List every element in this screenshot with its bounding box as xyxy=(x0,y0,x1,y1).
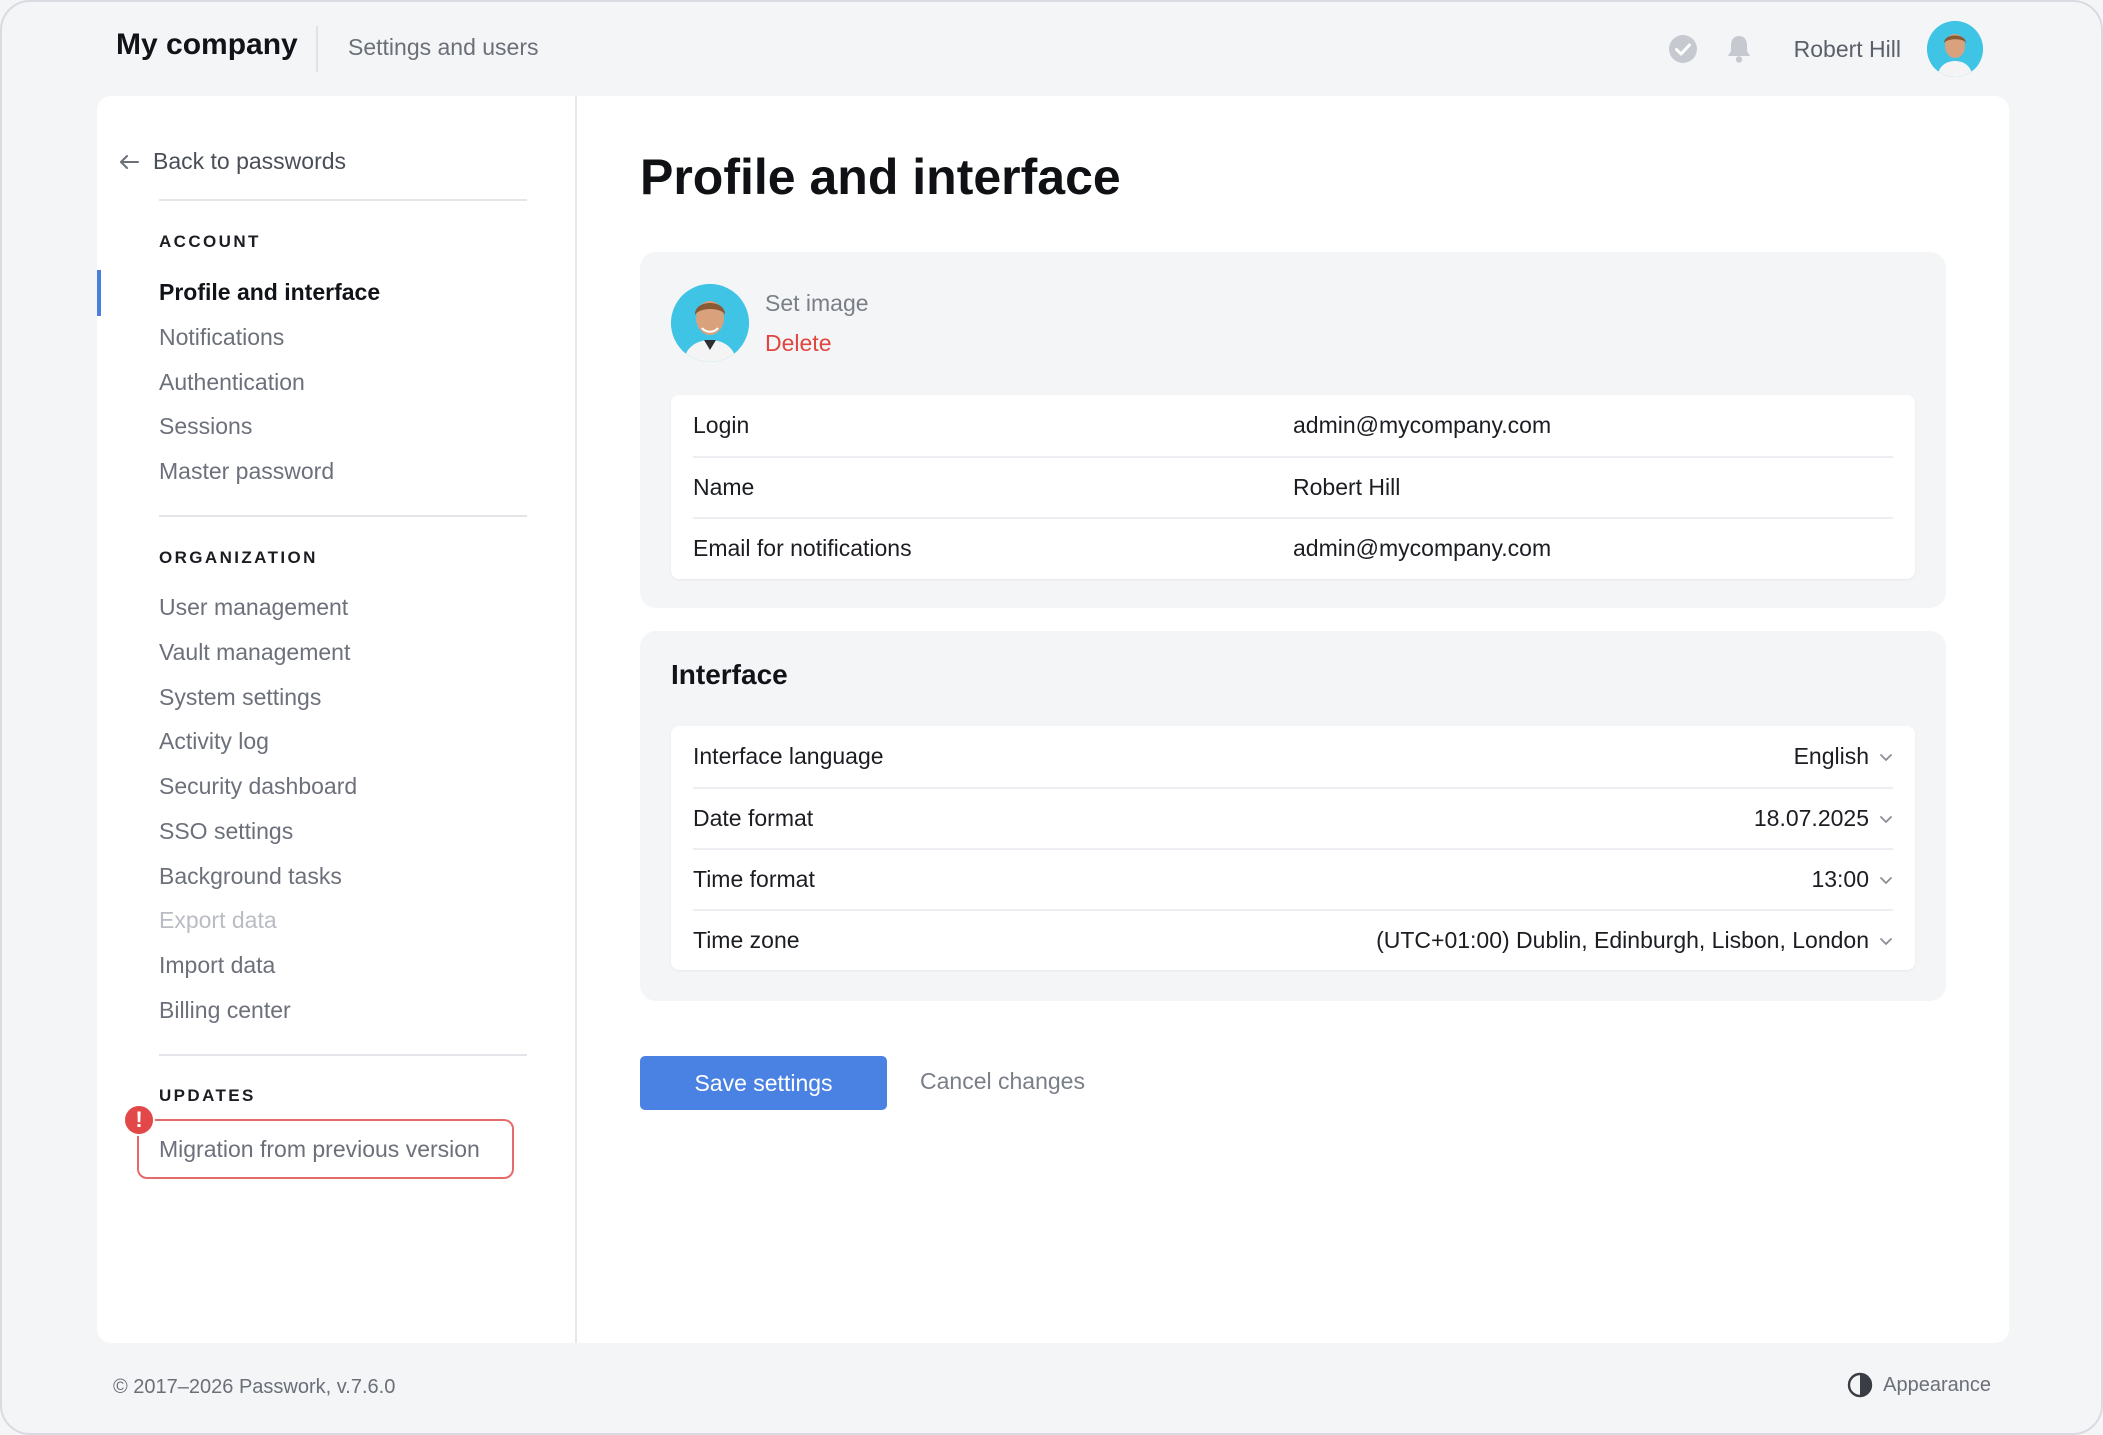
company-name[interactable]: My company xyxy=(116,28,298,62)
back-to-passwords-link[interactable]: Back to passwords xyxy=(119,148,346,175)
set-image-link[interactable]: Set image xyxy=(765,290,869,317)
select-value: (UTC+01:00) Dublin, Edinburgh, Lisbon, L… xyxy=(1376,927,1869,953)
field-label: Interface language xyxy=(693,743,884,769)
interface-settings-table: Interface language English Date format 1… xyxy=(671,726,1915,970)
user-name[interactable]: Robert Hill xyxy=(1794,36,1901,63)
notification-email-value[interactable]: admin@mycompany.com xyxy=(1293,535,1893,562)
app-window: My company Settings and users Robert Hil… xyxy=(0,0,2103,1435)
settings-sidebar: Back to passwords ACCOUNT Profile and in… xyxy=(97,96,577,1343)
sidebar-heading-organization: ORGANIZATION xyxy=(159,548,318,567)
time-zone-select[interactable]: (UTC+01:00) Dublin, Edinburgh, Lisbon, L… xyxy=(1376,927,1893,954)
sidebar-item-authentication[interactable]: Authentication xyxy=(159,369,305,396)
chevron-down-icon xyxy=(1879,752,1893,762)
table-row: Login admin@mycompany.com xyxy=(693,395,1893,456)
table-row: Date format 18.07.2025 xyxy=(693,787,1893,848)
table-row: Name Robert Hill xyxy=(693,456,1893,517)
profile-avatar[interactable] xyxy=(671,284,749,362)
avatar[interactable] xyxy=(1927,21,1983,77)
sidebar-item-activity-log[interactable]: Activity log xyxy=(159,728,269,755)
sidebar-item-security-dashboard[interactable]: Security dashboard xyxy=(159,773,357,800)
contrast-icon xyxy=(1847,1372,1873,1398)
name-value[interactable]: Robert Hill xyxy=(1293,474,1893,501)
date-format-select[interactable]: 18.07.2025 xyxy=(1754,805,1893,832)
sidebar-item-export-data: Export data xyxy=(159,907,277,933)
profile-panel: Set image Delete Login admin@mycompany.c… xyxy=(640,252,1946,608)
top-header: My company Settings and users Robert Hil… xyxy=(2,2,2101,96)
interface-panel: Interface Interface language English Dat… xyxy=(640,631,1946,1001)
sidebar-item-profile-and-interface[interactable]: Profile and interface xyxy=(159,279,380,306)
field-label: Date format xyxy=(693,805,814,831)
settings-card: Back to passwords ACCOUNT Profile and in… xyxy=(97,96,2009,1343)
table-row: Time zone (UTC+01:00) Dublin, Edinburgh,… xyxy=(693,909,1893,970)
sidebar-item-migration[interactable]: Migration from previous version xyxy=(137,1119,514,1179)
table-row: Interface language English xyxy=(693,726,1893,787)
header-section-title: Settings and users xyxy=(348,34,539,60)
chevron-down-icon xyxy=(1879,936,1893,946)
sidebar-heading-updates: UPDATES xyxy=(159,1086,256,1105)
select-value: 18.07.2025 xyxy=(1753,805,1869,831)
login-value: admin@mycompany.com xyxy=(1293,412,1552,438)
header-divider xyxy=(316,26,318,72)
sidebar-item-billing-center[interactable]: Billing center xyxy=(159,997,291,1024)
back-link-label: Back to passwords xyxy=(153,148,347,174)
sidebar-divider xyxy=(159,515,527,517)
profile-fields-table: Login admin@mycompany.com Name Robert Hi… xyxy=(671,395,1915,579)
footer-copyright: © 2017–2026 Passwork, v.7.6.0 xyxy=(113,1376,396,1398)
appearance-label: Appearance xyxy=(1883,1373,1991,1396)
language-select[interactable]: English xyxy=(1794,743,1893,770)
sidebar-item-notifications[interactable]: Notifications xyxy=(159,324,284,351)
field-label: Time format xyxy=(693,866,815,892)
cancel-changes-button[interactable]: Cancel changes xyxy=(920,1068,1085,1095)
warning-icon: ! xyxy=(123,1104,155,1136)
chevron-down-icon xyxy=(1879,875,1893,885)
sidebar-item-system-settings[interactable]: System settings xyxy=(159,684,321,711)
arrow-left-icon xyxy=(119,154,139,170)
delete-image-link[interactable]: Delete xyxy=(765,330,831,357)
sidebar-item-master-password[interactable]: Master password xyxy=(159,458,334,485)
migration-label: Migration from previous version xyxy=(159,1135,480,1162)
save-settings-button[interactable]: Save settings xyxy=(640,1056,887,1110)
select-value: 13:00 xyxy=(1811,866,1869,892)
active-item-indicator xyxy=(97,270,101,316)
sidebar-item-sso-settings[interactable]: SSO settings xyxy=(159,818,293,845)
sidebar-item-user-management[interactable]: User management xyxy=(159,594,348,621)
sidebar-divider xyxy=(159,1054,527,1056)
field-label: Login xyxy=(693,412,750,438)
page-title: Profile and interface xyxy=(640,149,1121,205)
field-label: Time zone xyxy=(693,927,800,953)
check-circle-icon[interactable] xyxy=(1668,34,1698,64)
sidebar-item-background-tasks[interactable]: Background tasks xyxy=(159,863,342,890)
sidebar-item-import-data[interactable]: Import data xyxy=(159,952,275,979)
sidebar-item-vault-management[interactable]: Vault management xyxy=(159,639,350,666)
interface-section-title: Interface xyxy=(671,659,788,690)
header-user-area: Robert Hill xyxy=(1668,20,1983,78)
field-label: Email for notifications xyxy=(693,535,912,561)
bell-icon[interactable] xyxy=(1724,34,1754,64)
sidebar-heading-account: ACCOUNT xyxy=(159,232,261,251)
select-value: English xyxy=(1793,743,1869,769)
field-label: Name xyxy=(693,474,755,500)
table-row: Email for notifications admin@mycompany.… xyxy=(693,517,1893,578)
chevron-down-icon xyxy=(1879,814,1893,824)
table-row: Time format 13:00 xyxy=(693,848,1893,909)
sidebar-item-sessions[interactable]: Sessions xyxy=(159,413,252,440)
time-format-select[interactable]: 13:00 xyxy=(1811,866,1893,893)
sidebar-divider xyxy=(159,199,527,201)
appearance-toggle[interactable]: Appearance xyxy=(1847,1372,1991,1398)
